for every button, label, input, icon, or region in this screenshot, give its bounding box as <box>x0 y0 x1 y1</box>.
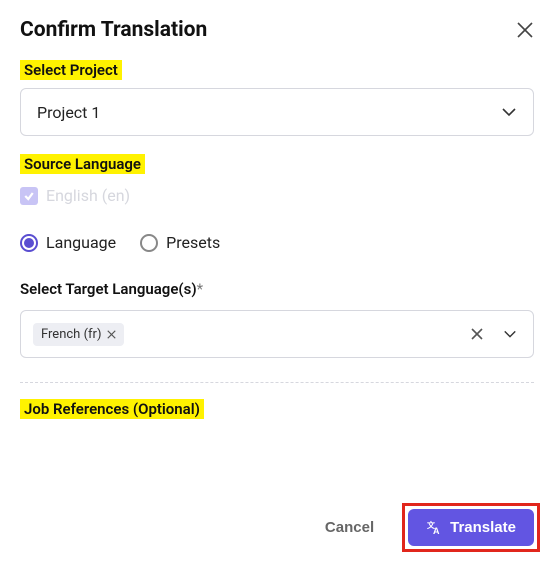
mode-radio-presets[interactable]: Presets <box>140 233 220 252</box>
job-references-label: Job References (Optional) <box>20 399 204 419</box>
svg-text:A: A <box>433 526 440 535</box>
mode-radio-language[interactable]: Language <box>20 233 116 252</box>
project-select[interactable]: Project 1 <box>20 88 534 136</box>
source-language-row: English (en) <box>20 186 534 205</box>
target-language-select[interactable]: French (fr) <box>20 310 534 358</box>
translate-button-label: Translate <box>450 519 516 536</box>
source-language-label: Source Language <box>20 154 145 174</box>
radio-label-presets: Presets <box>166 233 220 252</box>
translate-icon: 文 A <box>426 519 442 535</box>
chip-remove-icon[interactable] <box>107 330 116 339</box>
dialog-footer: Cancel 文 A Translate <box>0 487 554 567</box>
required-mark: * <box>197 280 203 298</box>
spacer <box>20 427 534 462</box>
project-select-value: Project 1 <box>37 103 100 122</box>
dialog-title: Confirm Translation <box>20 18 207 42</box>
chevron-down-icon <box>501 104 517 120</box>
target-language-header: Select Target Language(s)* <box>20 280 534 298</box>
source-language-checkbox[interactable] <box>20 187 38 205</box>
section-divider <box>20 382 534 383</box>
select-project-label: Select Project <box>20 60 122 80</box>
chip-label: French (fr) <box>41 327 101 342</box>
dialog-body[interactable]: Select Project Project 1 Source Language… <box>0 52 554 462</box>
mode-radio-group: Language Presets <box>20 233 534 252</box>
chevron-down-icon[interactable] <box>499 327 521 341</box>
source-language-text: English (en) <box>46 186 130 205</box>
radio-icon <box>20 234 38 252</box>
target-language-header-text: Select Target Language(s) <box>20 280 197 298</box>
confirm-translation-dialog: Confirm Translation Select Project Proje… <box>0 0 554 567</box>
target-language-chip: French (fr) <box>33 323 124 346</box>
dialog-header: Confirm Translation <box>0 0 554 52</box>
translate-button[interactable]: 文 A Translate <box>408 509 534 546</box>
close-icon[interactable] <box>516 21 534 39</box>
clear-all-icon[interactable] <box>463 328 491 340</box>
radio-label-language: Language <box>46 233 116 252</box>
translate-button-highlight: 文 A Translate <box>402 503 540 552</box>
cancel-button[interactable]: Cancel <box>307 509 392 546</box>
radio-icon <box>140 234 158 252</box>
